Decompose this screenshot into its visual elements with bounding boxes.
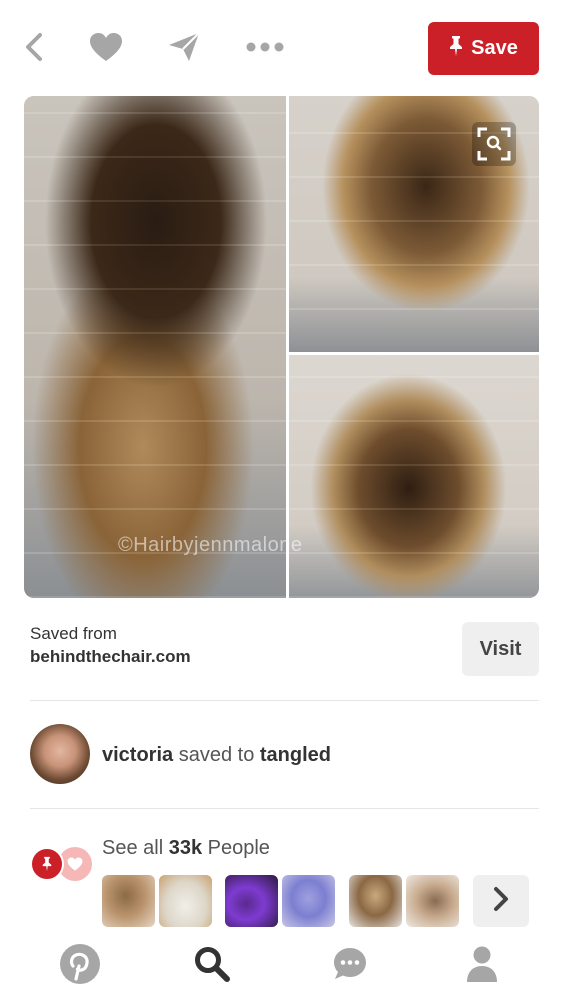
visit-button[interactable]: Visit xyxy=(462,622,539,676)
chat-icon[interactable] xyxy=(326,942,374,986)
people-thumbnail[interactable] xyxy=(282,875,335,927)
people-count: 33k xyxy=(168,837,203,859)
next-button[interactable] xyxy=(473,875,529,927)
profile-icon[interactable] xyxy=(458,942,506,986)
heart-icon[interactable] xyxy=(86,30,126,64)
hair-photo-main xyxy=(24,96,288,598)
home-pinterest-icon[interactable] xyxy=(56,942,104,986)
visual-search-icon[interactable] xyxy=(472,122,516,166)
activity-verb: saved to xyxy=(173,744,260,766)
search-icon[interactable] xyxy=(188,942,236,986)
bottom-navigation xyxy=(0,930,562,1000)
people-thumbnail[interactable] xyxy=(349,875,402,927)
collage-divider xyxy=(288,352,539,355)
see-all-suffix: People xyxy=(202,837,270,859)
people-thumbnail[interactable] xyxy=(406,875,459,927)
source-info: Saved from behindthechair.com xyxy=(30,624,191,667)
people-thumbnail[interactable] xyxy=(225,875,278,927)
saved-from-label: Saved from xyxy=(30,624,117,643)
save-button[interactable]: Save xyxy=(428,22,539,75)
board-name-link[interactable]: tangled xyxy=(260,744,331,766)
avatar[interactable] xyxy=(30,724,90,784)
more-icon[interactable] xyxy=(244,36,286,58)
see-all-prefix: See all xyxy=(102,837,169,859)
divider xyxy=(30,700,539,701)
people-thumbnail[interactable] xyxy=(102,875,155,927)
back-icon[interactable] xyxy=(18,30,50,64)
pin-icon xyxy=(449,35,463,63)
divider xyxy=(30,808,539,809)
chevron-right-icon xyxy=(493,886,509,917)
activity-text: victoria saved to tangled xyxy=(102,744,331,767)
user-name-link[interactable]: victoria xyxy=(102,744,173,766)
people-thumbnail[interactable] xyxy=(159,875,212,927)
collage-divider xyxy=(286,96,289,598)
top-toolbar: Save xyxy=(0,0,562,96)
image-watermark: ©Hairbyjennmalone xyxy=(118,534,303,556)
source-domain[interactable]: behindthechair.com xyxy=(30,647,191,667)
save-label: Save xyxy=(471,37,518,59)
see-all-people-link[interactable]: See all 33k People xyxy=(102,837,270,860)
send-icon[interactable] xyxy=(164,28,204,66)
pin-image[interactable]: ©Hairbyjennmalone xyxy=(24,96,539,598)
hair-photo-back xyxy=(288,354,539,598)
pin-badge-icon xyxy=(30,847,64,881)
